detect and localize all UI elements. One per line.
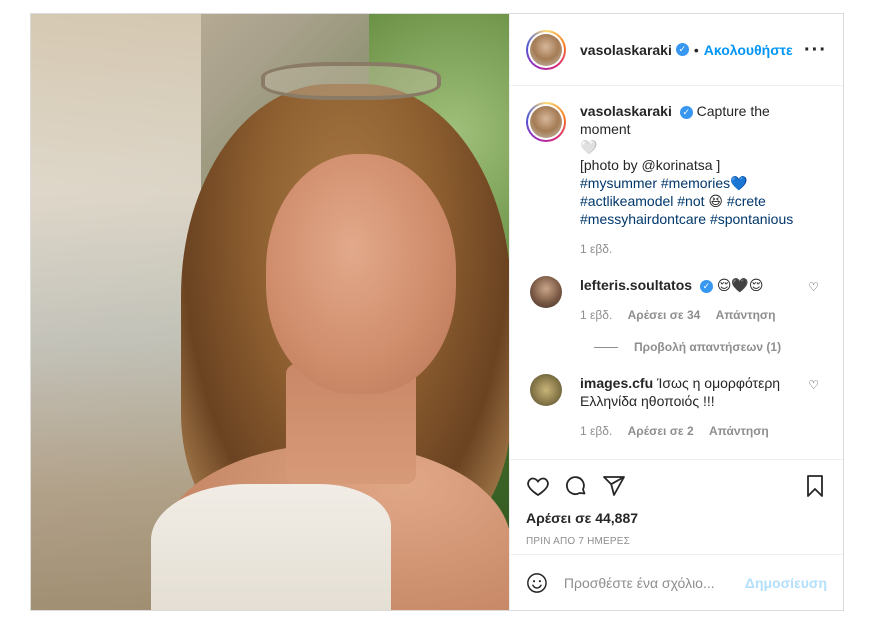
comment-input[interactable] xyxy=(563,574,745,591)
reply-button[interactable]: Απάντηση xyxy=(709,424,769,438)
comment-item: images.cfu Ίσως η ομορφότερη Ελληνίδα ηθ… xyxy=(526,374,827,438)
more-horizontal-icon[interactable]: ··· xyxy=(804,40,827,60)
comment-like-heart-icon[interactable]: ♡ xyxy=(808,378,819,392)
view-replies-button[interactable]: Προβολή απαντήσεων (1) xyxy=(594,340,827,354)
caption-hashtags-2a[interactable]: #actlikeamodel #not xyxy=(580,193,705,209)
add-comment-bar: Δημοσίευση xyxy=(510,554,843,610)
post-sidebar: vasolaskaraki ✓ • Ακολουθήστε ··· vasola… xyxy=(509,14,843,610)
comment-like-heart-icon[interactable]: ♡ xyxy=(808,280,819,294)
verified-badge-icon: ✓ xyxy=(675,43,689,56)
separator-dot: • xyxy=(693,41,699,58)
post-timestamp[interactable]: ΠΡΙΝ ΑΠΟ 7 ΗΜΕΡΕΣ xyxy=(526,536,827,547)
post-comment-button[interactable]: Δημοσίευση xyxy=(745,575,827,591)
replies-line xyxy=(594,346,618,348)
comment-likes[interactable]: Αρέσει σε 34 xyxy=(628,308,701,322)
action-icons xyxy=(526,468,827,504)
caption-hashtags-2b[interactable]: #crete xyxy=(727,193,766,209)
photo-sunglasses xyxy=(261,62,441,100)
header-username[interactable]: vasolaskaraki xyxy=(580,42,672,58)
post-actions: Αρέσει σε 44,887 ΠΡΙΝ ΑΠΟ 7 ΗΜΕΡΕΣ xyxy=(510,459,843,554)
caption-text: vasolaskaraki ✓ Capture the moment 🤍 [ph… xyxy=(580,102,820,228)
reply-button[interactable]: Απάντηση xyxy=(716,308,776,322)
avatar[interactable] xyxy=(526,29,566,70)
comment-likes[interactable]: Αρέσει σε 2 xyxy=(628,424,694,438)
caption-age[interactable]: 1 εβδ. xyxy=(580,242,612,256)
caption: vasolaskaraki ✓ Capture the moment 🤍 [ph… xyxy=(526,102,827,256)
avatar-image xyxy=(530,33,562,66)
caption-hashtags-1[interactable]: #mysummer #memories💙 xyxy=(580,175,748,191)
comment-meta: 1 εβδ. Αρέσει σε 34 Απάντηση xyxy=(580,308,810,322)
comment-avatar[interactable] xyxy=(530,276,562,308)
view-replies-label: Προβολή απαντήσεων (1) xyxy=(634,340,782,354)
comment-text: 😌🖤😌 xyxy=(716,277,764,293)
caption-emoji: 😆 xyxy=(708,193,724,209)
follow-button[interactable]: Ακολουθήστε xyxy=(704,42,793,58)
comment-age[interactable]: 1 εβδ. xyxy=(580,308,612,322)
caption-line1b: 🤍 xyxy=(580,139,598,155)
comment-avatar[interactable] xyxy=(530,374,562,406)
share-icon[interactable] xyxy=(602,474,626,498)
post-photo[interactable] xyxy=(31,14,509,610)
instagram-post: vasolaskaraki ✓ • Ακολουθήστε ··· vasola… xyxy=(30,13,844,611)
caption-username[interactable]: vasolaskaraki xyxy=(580,103,672,119)
likes-count[interactable]: Αρέσει σε 44,887 xyxy=(526,510,827,526)
verified-badge-icon: ✓ xyxy=(679,105,693,119)
comments-section: vasolaskaraki ✓ Capture the moment 🤍 [ph… xyxy=(510,86,843,459)
post-header: vasolaskaraki ✓ • Ακολουθήστε ··· xyxy=(510,14,843,86)
caption-hashtags-3[interactable]: #messyhairdontcare #spontanious xyxy=(580,211,793,227)
comment-age[interactable]: 1 εβδ. xyxy=(580,424,612,438)
bookmark-icon[interactable] xyxy=(803,474,827,498)
emoji-icon[interactable] xyxy=(526,571,548,595)
comment-username[interactable]: lefteris.soultatos xyxy=(580,277,692,293)
caption-meta: 1 εβδ. xyxy=(580,242,820,256)
caption-line2: [photo by @korinatsa ] xyxy=(580,157,721,173)
verified-badge-icon: ✓ xyxy=(699,279,713,293)
comment-meta: 1 εβδ. Αρέσει σε 2 Απάντηση xyxy=(580,424,810,438)
comment-username[interactable]: images.cfu xyxy=(580,375,653,391)
heart-icon[interactable] xyxy=(526,474,550,498)
caption-avatar[interactable] xyxy=(526,102,566,142)
comment-item: lefteris.soultatos ✓ 😌🖤😌 1 εβδ. Αρέσει σ… xyxy=(526,276,827,322)
photo-face xyxy=(266,154,456,394)
photo-top-garment xyxy=(151,484,391,610)
comment-icon[interactable] xyxy=(564,474,588,498)
